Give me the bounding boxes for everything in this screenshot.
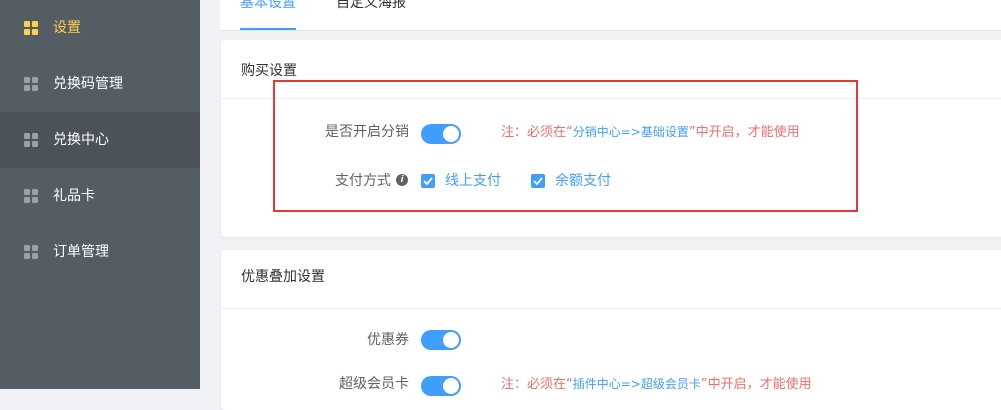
card-title: 优惠叠加设置 [241,269,325,285]
note-prefix: 注：必须在“ [501,377,573,392]
distribution-label: 是否开启分销 [325,124,409,140]
grid-icon [24,133,38,147]
sidebar-item-settings[interactable]: 设置 [0,0,200,56]
grid-icon [24,189,38,203]
distribution-switch[interactable] [421,124,461,144]
sidebar-item-label: 兑换码管理 [53,76,123,92]
sidebar-item-label: 礼品卡 [53,188,95,204]
card-header: 购买设置 [221,40,1001,99]
tab-custom-poster[interactable]: 自定义海报 [336,0,406,11]
sidebar-item-gift-card[interactable]: 礼品卡 [0,168,200,224]
card-header: 优惠叠加设置 [221,250,1001,309]
purchase-settings-card: 购买设置 是否开启分销 注：必须在“分销中心=>基础设置”中开启，才能使用 支付… [221,40,1001,237]
active-tab-indicator [240,28,296,30]
sidebar-item-orders[interactable]: 订单管理 [0,224,200,280]
vip-card-label: 超级会员卡 [339,376,409,392]
sidebar-item-redeem-code[interactable]: 兑换码管理 [0,56,200,112]
vip-card-switch[interactable] [421,376,461,396]
note-prefix: 注：必须在“ [501,125,573,140]
coupon-label: 优惠券 [367,332,409,348]
online-payment-label[interactable]: 线上支付 [445,171,501,191]
sidebar-item-label: 设置 [53,20,81,36]
vip-card-note: 注：必须在“插件中心=>超级会员卡”中开启，才能使用 [501,374,812,395]
coupon-switch[interactable] [421,330,461,350]
info-icon[interactable]: i [396,174,408,186]
note-link[interactable]: 分销中心=>基础设置 [573,125,689,139]
payment-method-label: 支付方式 [335,173,391,189]
tab-bar: 基本设置 自定义海报 [220,0,1001,31]
discount-stacking-card: 优惠叠加设置 优惠券 超级会员卡 注：必须在“插件中心=>超级会员卡”中开启，才… [221,250,1001,410]
tab-basic-settings[interactable]: 基本设置 [240,0,296,11]
grid-icon [24,21,38,35]
sidebar-item-redeem-center[interactable]: 兑换中心 [0,112,200,168]
note-suffix: ”中开启，才能使用 [688,125,800,140]
switch-knob [443,378,459,394]
note-suffix: ”中开启，才能使用 [700,377,812,392]
sidebar-item-label: 订单管理 [53,244,109,260]
sidebar-item-label: 兑换中心 [53,132,109,148]
card-title: 购买设置 [241,63,297,79]
balance-payment-label[interactable]: 余额支付 [555,171,611,191]
distribution-note: 注：必须在“分销中心=>基础设置”中开启，才能使用 [501,122,800,143]
online-payment-checkbox[interactable] [421,174,435,188]
sidebar: 设置 兑换码管理 兑换中心 礼品卡 订单管理 [0,0,200,389]
switch-knob [443,126,459,142]
grid-icon [24,245,38,259]
balance-payment-checkbox[interactable] [531,174,545,188]
switch-knob [443,332,459,348]
grid-icon [24,77,38,91]
